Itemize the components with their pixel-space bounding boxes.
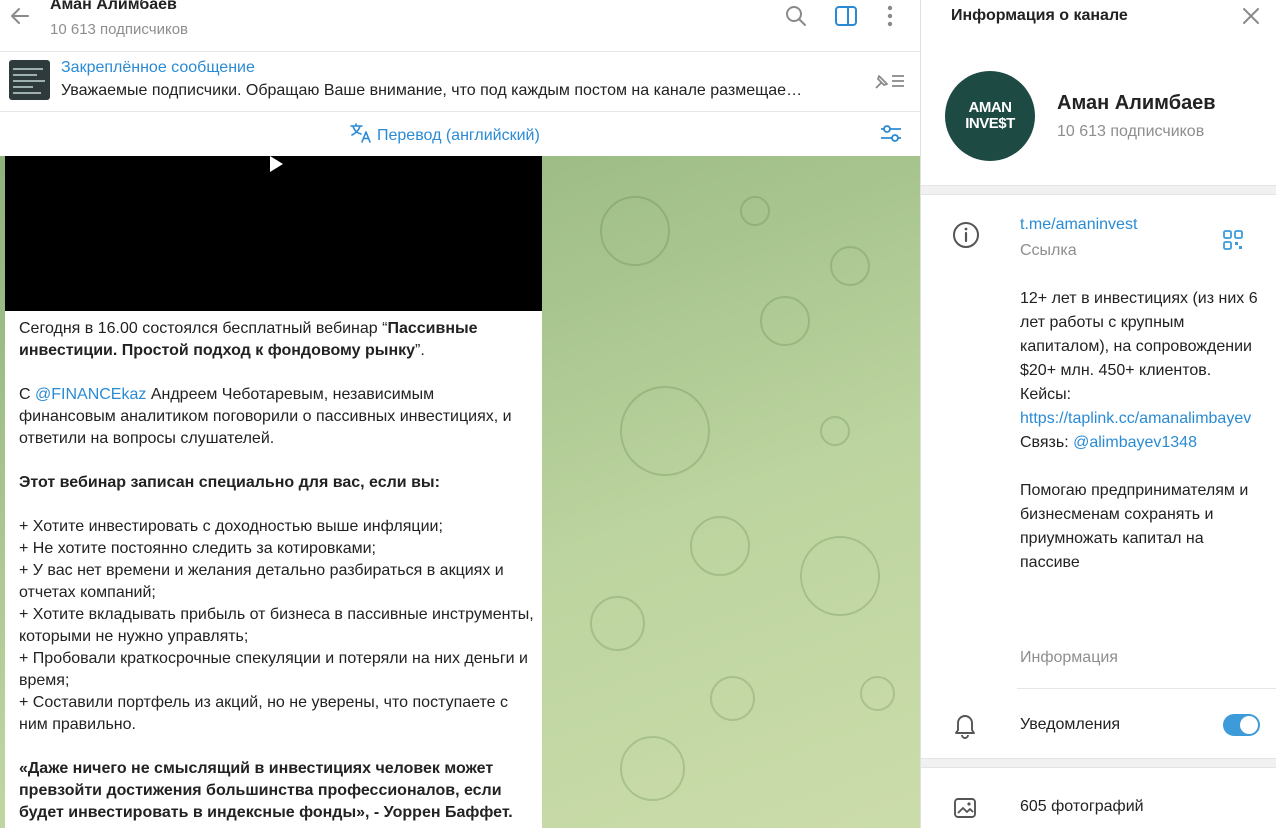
- subscriber-count: 10 613 подписчиков: [50, 21, 189, 38]
- bullet-item: + Составили портфель из акций, но не уве…: [19, 694, 508, 733]
- pinned-message-bar[interactable]: Закреплённое сообщение Уважаемые подписч…: [0, 52, 920, 112]
- toggle-knob: [1240, 716, 1258, 734]
- post-paragraph-2: С @FINANCEkaz Андреем Чеботаревым, незав…: [19, 386, 512, 447]
- translate-icon: [350, 123, 372, 148]
- search-button[interactable]: [782, 4, 810, 32]
- pin-list-icon: [872, 70, 906, 97]
- channel-avatar[interactable]: AMAN INVE$T: [945, 71, 1035, 161]
- channel-title[interactable]: Аман Алимбаев: [50, 0, 177, 14]
- channel-description: 12+ лет в инвестициях (из них 6 лет рабо…: [1020, 287, 1260, 575]
- post-heading: Этот вебинар записан специально для вас,…: [19, 474, 440, 491]
- sidebar-toggle-button[interactable]: [832, 4, 860, 32]
- post-paragraph-1: Сегодня в 16.00 состоялся бесплатный веб…: [19, 320, 478, 359]
- post-quote: «Даже ничего не смыслящий в инвестициях …: [19, 760, 513, 821]
- info-icon: [951, 220, 981, 250]
- back-button[interactable]: [6, 4, 34, 32]
- telegram-window: Аман Алимбаев 10 613 подписчиков Закрепл…: [0, 0, 1276, 828]
- more-button[interactable]: [876, 4, 904, 32]
- translate-bar: Перевод (английский): [0, 113, 920, 156]
- channel-name: Аман Алимбаев: [1057, 92, 1216, 114]
- description-caption: Информация: [1020, 649, 1118, 666]
- pinned-thumbnail: [9, 60, 50, 100]
- bullet-item: + Хотите инвестировать с доходностью выш…: [19, 518, 443, 535]
- contact-label: Связь:: [1020, 434, 1074, 451]
- photos-icon: [953, 797, 979, 821]
- channel-subscribers: 10 613 подписчиков: [1057, 123, 1205, 140]
- chat-background: Сегодня в 16.00 состоялся бесплатный веб…: [0, 156, 920, 828]
- sliders-icon: [879, 122, 903, 149]
- chat-header: Аман Алимбаев 10 613 подписчиков: [0, 0, 920, 52]
- search-icon: [785, 5, 807, 32]
- message-bubble: Сегодня в 16.00 состоялся бесплатный веб…: [5, 156, 542, 828]
- link-caption: Ссылка: [1020, 242, 1077, 259]
- notifications-toggle[interactable]: [1223, 714, 1260, 736]
- mention-link[interactable]: @FINANCEkaz: [35, 386, 146, 403]
- sidebar-toggle-icon: [834, 5, 858, 32]
- translate-settings-button[interactable]: [876, 121, 906, 149]
- bell-icon: [952, 711, 980, 739]
- description-intro: 12+ лет в инвестициях (из них 6 лет рабо…: [1020, 290, 1258, 379]
- description-cases-label: Кейсы:: [1020, 386, 1072, 403]
- qr-code-icon: [1221, 230, 1245, 256]
- pinned-list-button[interactable]: [870, 68, 908, 98]
- panel-title: Информация о канале: [951, 7, 1128, 24]
- photos-link[interactable]: 605 фотографий: [1020, 798, 1144, 816]
- section-separator: [921, 758, 1276, 768]
- play-icon: [265, 156, 285, 179]
- bullet-item: + У вас нет времени и желания детально р…: [19, 562, 504, 601]
- bullet-item: + Не хотите постоянно следить за котиров…: [19, 540, 376, 557]
- description-offer: Помогаю предпринимателям и бизнесменам с…: [1020, 482, 1249, 571]
- play-button[interactable]: [263, 156, 287, 178]
- avatar-text-line-2: INVE$T: [965, 115, 1015, 132]
- post-text: Сегодня в 16.00 состоялся бесплатный веб…: [19, 318, 534, 824]
- channel-link[interactable]: t.me/amaninvest: [1020, 216, 1137, 234]
- bullet-item: + Пробовали краткосрочные спекуляции и п…: [19, 650, 528, 689]
- close-button[interactable]: [1237, 4, 1265, 32]
- section-separator: [921, 185, 1276, 195]
- translate-label: Перевод (английский): [377, 126, 540, 144]
- bullet-item: + Хотите вкладывать прибыль от бизнеса в…: [19, 606, 534, 645]
- notifications-label: Уведомления: [1020, 716, 1121, 733]
- avatar-text-line-1: AMAN: [968, 99, 1013, 116]
- contact-link[interactable]: @alimbayev1348: [1073, 434, 1197, 451]
- arrow-left-icon: [9, 5, 31, 32]
- channel-info-panel: Информация о канале AMAN INVE$T Аман Али…: [920, 0, 1276, 828]
- divider: [1017, 688, 1276, 689]
- pinned-text: Уважаемые подписчики. Обращаю Ваше внима…: [61, 82, 803, 99]
- more-vertical-icon: [886, 4, 894, 33]
- pinned-title: Закреплённое сообщение: [61, 59, 255, 76]
- translate-button[interactable]: Перевод (английский): [350, 123, 540, 148]
- cases-link[interactable]: https://taplink.cc/amanalimbayev: [1020, 410, 1251, 427]
- chat-column: Аман Алимбаев 10 613 подписчиков Закрепл…: [0, 0, 920, 828]
- close-icon: [1241, 6, 1261, 31]
- qr-code-button[interactable]: [1221, 228, 1247, 254]
- video-preview[interactable]: [5, 156, 542, 311]
